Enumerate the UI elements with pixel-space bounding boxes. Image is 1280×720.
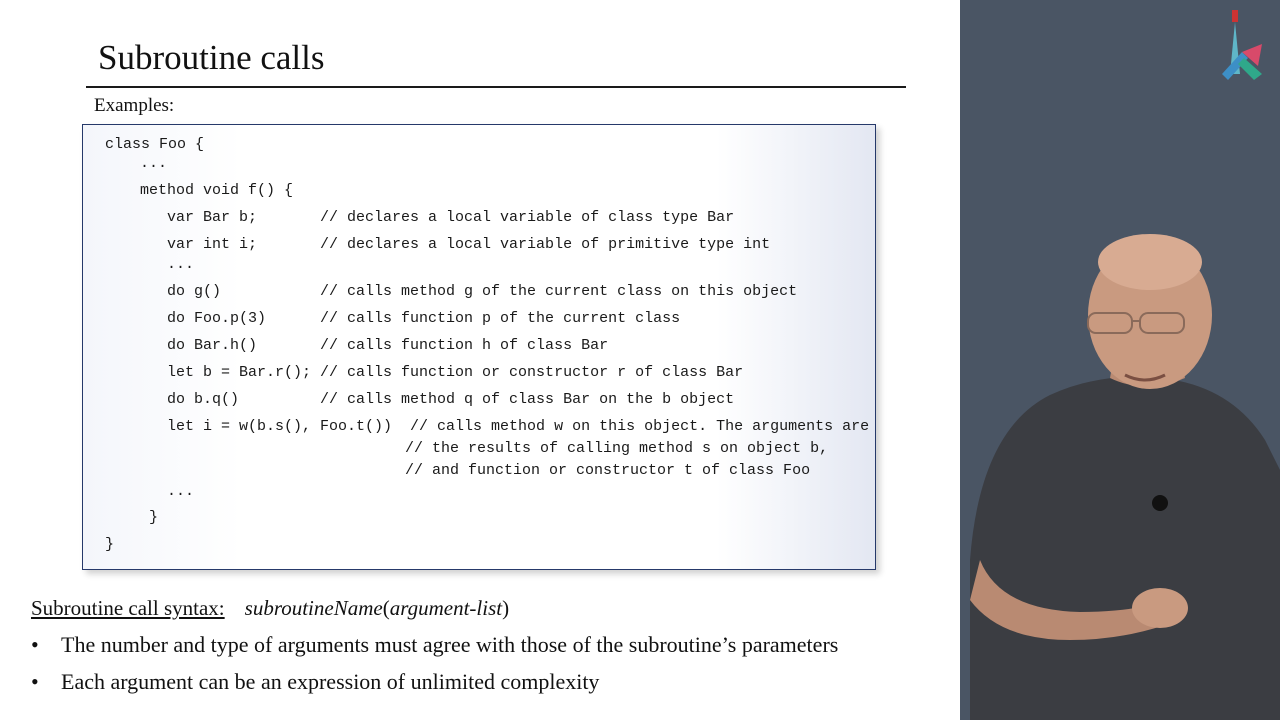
code-line: var Bar b; // declares a local variable … [167, 209, 735, 226]
bullet-marker: • [31, 669, 39, 694]
code-line: do Bar.h() // calls function h of class … [167, 337, 609, 354]
code-line: var int i; // declares a local variable … [167, 236, 771, 253]
bullet-text: Each argument can be an expression of un… [61, 669, 600, 694]
code-line: // and function or constructor t of clas… [405, 462, 811, 479]
bullet-item: • The number and type of arguments must a… [31, 632, 838, 658]
code-line: // the results of calling method s on ob… [405, 440, 829, 457]
code-line: do Foo.p(3) // calls function p of the c… [167, 310, 681, 327]
call-syntax-close-paren: ) [502, 596, 510, 620]
presenter-figure [970, 234, 1280, 720]
slide-title: Subroutine calls [98, 38, 325, 77]
code-line: ... [167, 483, 195, 500]
bullet-marker: • [31, 632, 39, 657]
course-logo-icon [1222, 10, 1262, 80]
title-divider [86, 86, 906, 88]
code-line: ... [167, 256, 195, 273]
code-example-box: class Foo { ... method void f() { var Ba… [82, 124, 876, 570]
code-line: ... [140, 155, 168, 172]
code-line: let i = w(b.s(), Foo.t()) // calls metho… [167, 418, 870, 435]
call-syntax-label: Subroutine call syntax: [31, 596, 225, 620]
code-line: let b = Bar.r(); // calls function or co… [167, 364, 744, 381]
call-syntax-args: argument-list [389, 596, 503, 620]
call-syntax-line: Subroutine call syntax: subroutineName(ar… [31, 596, 509, 621]
code-line: method void f() { [140, 182, 294, 199]
bullet-item: • Each argument can be an expression of u… [31, 669, 599, 695]
lecture-slide: Subroutine calls Examples: class Foo { .… [0, 0, 960, 720]
bullet-text: The number and type of arguments must ag… [61, 632, 839, 657]
call-syntax-open-paren: ( [382, 596, 390, 620]
code-line: } [105, 536, 115, 553]
presenter-video [960, 0, 1280, 720]
code-line: do b.q() // calls method q of class Bar … [167, 391, 735, 408]
code-line: } [149, 509, 159, 526]
call-syntax-name: subroutineName [244, 596, 383, 620]
code-line: do g() // calls method g of the current … [167, 283, 798, 300]
examples-label: Examples: [94, 95, 175, 116]
code-line: class Foo { [105, 136, 205, 153]
